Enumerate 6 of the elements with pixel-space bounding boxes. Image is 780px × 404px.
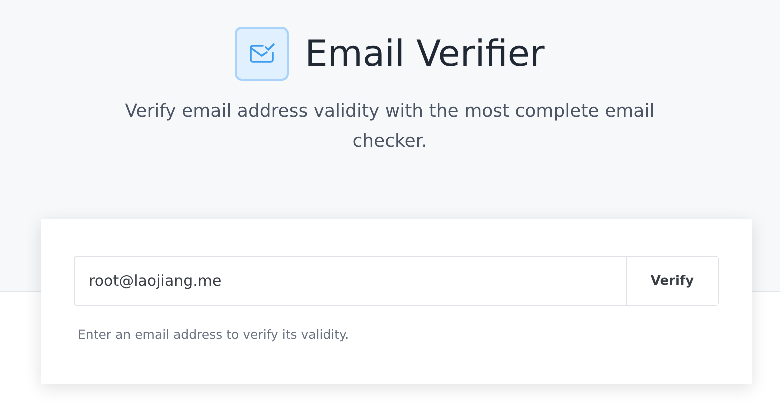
help-text: Enter an email address to verify its validity.: [78, 327, 350, 342]
page-title: Email Verifier: [305, 34, 545, 74]
email-field[interactable]: root@laojiang.me Verify: [74, 256, 719, 306]
subtitle: Verify email address validity with the most complete email checker.: [124, 100, 656, 154]
mail-check-icon: [235, 27, 290, 81]
verify-button[interactable]: Verify: [626, 257, 718, 305]
